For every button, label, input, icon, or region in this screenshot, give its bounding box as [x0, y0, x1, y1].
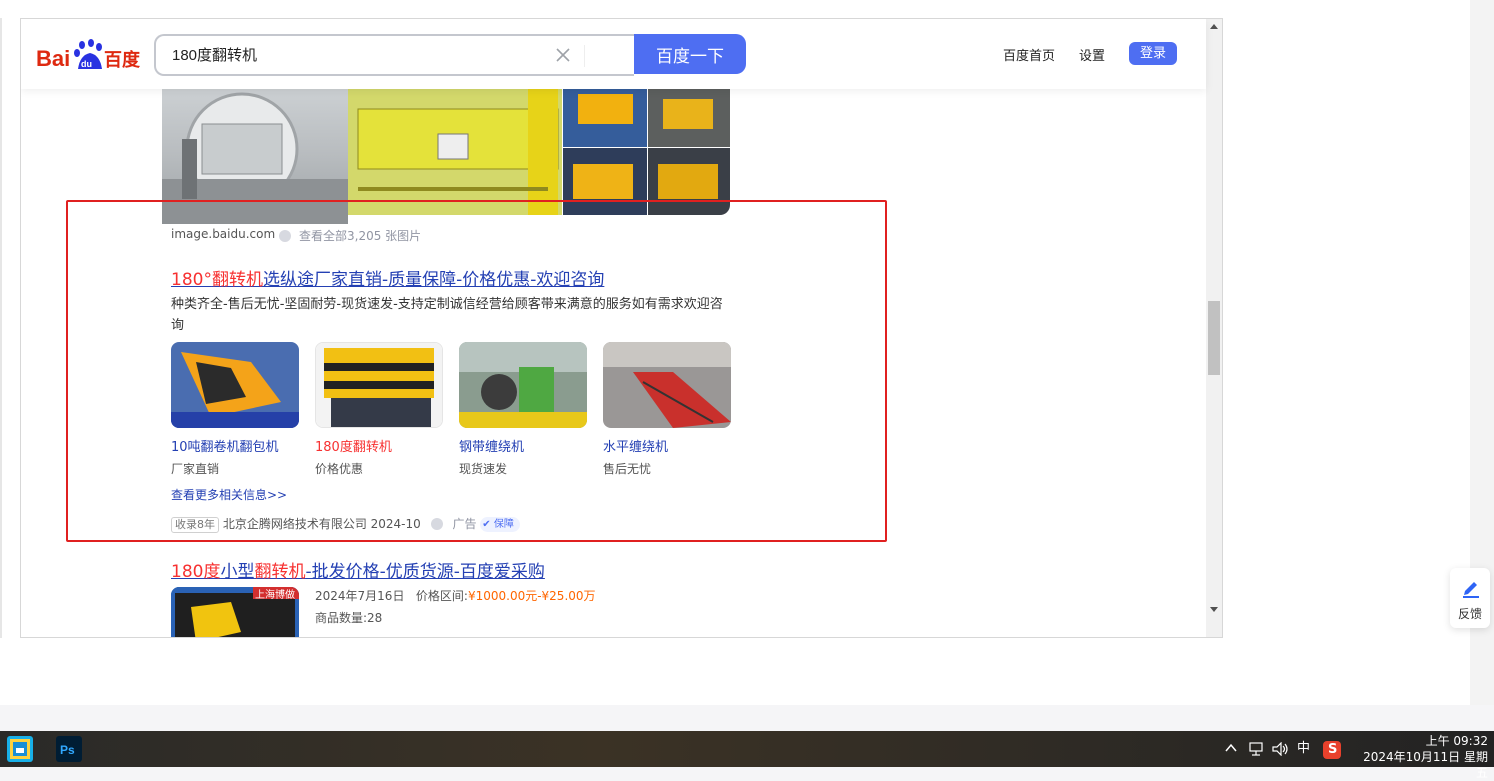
svg-text:Ps: Ps [60, 743, 75, 757]
turnover-machine-image [162, 92, 348, 224]
search-box [154, 34, 634, 76]
ps-icon: Ps [60, 743, 75, 757]
title-highlight: 180度 [171, 562, 221, 582]
baidu-logo[interactable]: Bai du 百度 [36, 37, 140, 73]
ime-indicator[interactable]: 中 [1297, 731, 1310, 767]
price-range: ¥1000.00元-¥25.00万 [467, 589, 596, 603]
volume-icon[interactable] [1272, 742, 1290, 756]
product-card-title[interactable]: 钢带缠绕机 [459, 436, 587, 455]
product-image[interactable] [603, 342, 731, 428]
network-icon[interactable] [1249, 742, 1265, 756]
edit-pen-icon [1463, 582, 1479, 598]
result2-thumbnail[interactable]: 上海博做 [171, 587, 299, 637]
nav-home-link[interactable]: 百度首页 [1003, 45, 1055, 64]
screenshot-frame: image.baidu.com 查看全部3,205 张图片 180°翻转机选纵途… [20, 18, 1223, 638]
product-image[interactable] [171, 342, 299, 428]
result2-date: 2024年7月16日 [315, 589, 405, 603]
dropdown-icon[interactable] [279, 230, 291, 242]
product-image[interactable] [315, 342, 443, 428]
result2-title-link[interactable]: 180度小型翻转机-批发价格-优质货源-百度爱采购 [171, 557, 545, 582]
svg-text:du: du [81, 59, 92, 69]
title-highlight: 180° [171, 270, 212, 290]
scroll-up-arrow-icon[interactable] [1210, 24, 1218, 29]
chevron-up-icon[interactable] [1225, 743, 1237, 753]
wrapping-machine-image [459, 342, 587, 428]
result-image-main[interactable] [162, 79, 348, 224]
left-border [0, 18, 2, 638]
close-icon[interactable] [554, 46, 572, 64]
turnover-machine-image [316, 343, 442, 427]
paw-icon: du [74, 39, 102, 69]
clock-time: 上午 09:32 [1425, 734, 1488, 748]
guarantee-label: 保障 [493, 519, 514, 530]
clock-date: 2024年10月11日 星期五 [1363, 750, 1488, 780]
divider [584, 45, 585, 67]
product-card-title[interactable]: 180度翻转机 [315, 436, 443, 455]
feedback-label: 反馈 [1457, 607, 1482, 621]
title-highlight: 翻转机 [211, 270, 263, 290]
image-source-domain: image.baidu.com [171, 227, 276, 241]
login-button[interactable]: 登录 [1129, 42, 1177, 65]
photoshop-app-icon[interactable]: Ps [56, 736, 82, 762]
product-card[interactable]: 180度翻转机 价格优惠 [315, 342, 443, 477]
search-input[interactable] [170, 36, 544, 76]
svg-text:Bai: Bai [36, 46, 70, 71]
search-header: Bai du 百度 百度一下 百度首页 设置 登录 [21, 19, 1206, 89]
yellow-machine-image [348, 79, 562, 215]
results-content: image.baidu.com 查看全部3,205 张图片 180°翻转机选纵途… [21, 19, 1206, 637]
conveyor-machine-image [603, 342, 731, 428]
result-image-yellow[interactable] [348, 79, 562, 215]
guarantee-badge[interactable]: ✔ 保障 [480, 517, 520, 532]
result-image-grid[interactable] [563, 79, 730, 215]
dropdown-icon[interactable] [430, 518, 443, 530]
title-text: 选纵途厂家直销-质量保障-价格优惠-欢迎咨询 [262, 270, 605, 290]
taskbar: Ps 中 S 上午 09:32 2024年10月11日 星期五 [0, 731, 1494, 780]
product-card-subtitle: 价格优惠 [315, 462, 364, 476]
scroll-down-arrow-icon[interactable] [1210, 607, 1218, 612]
title-text: -批发价格-优质货源-百度爱采购 [305, 562, 545, 582]
result1-footer: 收录8年 北京企腾网络技术有限公司 2024-10 广告 ✔ 保障 [171, 515, 520, 533]
picture-icon [10, 739, 30, 759]
image-viewer-app-icon[interactable] [7, 736, 33, 762]
search-button[interactable]: 百度一下 [634, 34, 746, 74]
thumb-tag: 上海博做 [255, 590, 295, 601]
result2-meta: 2024年7月16日 价格区间:¥1000.00元-¥25.00万 [315, 587, 596, 604]
product-card[interactable]: 钢带缠绕机 现货速发 [459, 342, 587, 477]
svg-text:百度: 百度 [104, 49, 140, 71]
title-text: 小型 [220, 562, 255, 582]
result1-title-link[interactable]: 180°翻转机选纵途厂家直销-质量保障-价格优惠-欢迎咨询 [171, 265, 604, 290]
product-card-subtitle: 厂家直销 [171, 462, 220, 476]
company-name: 北京企腾网络技术有限公司 2024-10 [222, 517, 421, 531]
product-image[interactable] [459, 342, 587, 428]
grid-machine-image [563, 79, 730, 215]
product-card-title[interactable]: 水平缠绕机 [603, 436, 731, 455]
title-highlight: 翻转机 [254, 562, 306, 582]
result1-description: 种类齐全-售后无忧-坚固耐劳-现货速发-支持定制诚信经营给顾客带来满意的服务如有… [171, 297, 723, 333]
scrollbar[interactable] [1206, 19, 1222, 637]
years-badge: 收录8年 [171, 517, 219, 533]
ad-label: 广告 [452, 517, 477, 531]
sogou-input-icon[interactable]: S [1323, 741, 1341, 759]
price-label: 价格区间: [415, 589, 468, 603]
system-clock[interactable]: 上午 09:32 2024年10月11日 星期五 [1352, 733, 1488, 781]
see-all-images-link[interactable]: 查看全部3,205 张图片 [299, 227, 421, 244]
feedback-button[interactable]: 反馈 [1450, 568, 1490, 628]
product-card-title[interactable]: 10吨翻卷机翻包机 [171, 436, 299, 455]
shield-icon: ✔ [482, 519, 491, 530]
result2-count: 商品数量:28 [315, 611, 383, 625]
more-info-link[interactable]: 查看更多相关信息>> [171, 486, 287, 503]
product-card-subtitle: 售后无忧 [603, 462, 652, 476]
product-card[interactable]: 10吨翻卷机翻包机 厂家直销 [171, 342, 299, 477]
tilter-machine-image [171, 342, 299, 428]
product-card[interactable]: 水平缠绕机 售后无忧 [603, 342, 731, 477]
product-card-subtitle: 现货速发 [459, 462, 508, 476]
nav-settings-link[interactable]: 设置 [1079, 45, 1105, 64]
scroll-thumb[interactable] [1208, 301, 1220, 375]
